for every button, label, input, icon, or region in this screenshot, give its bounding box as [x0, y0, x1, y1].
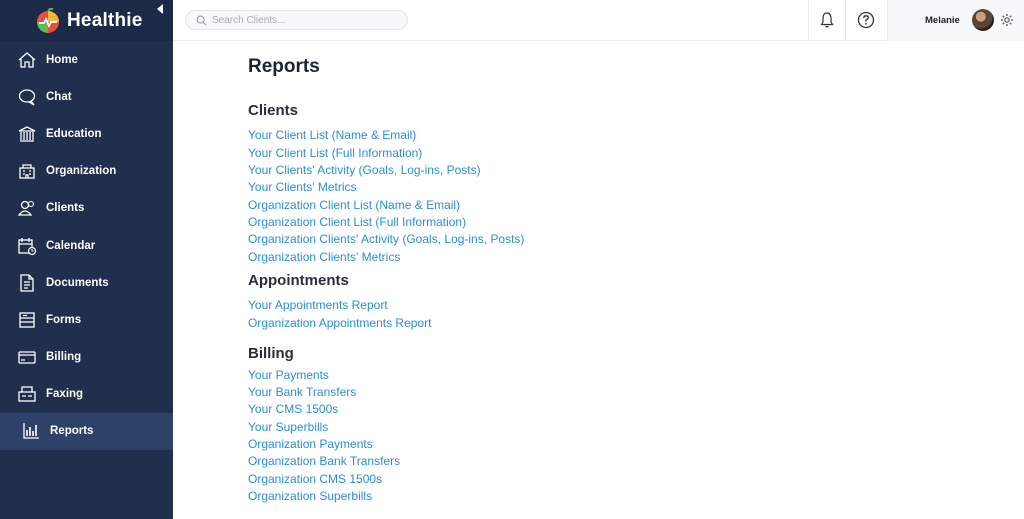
report-link[interactable]: Organization CMS 1500s — [248, 472, 382, 486]
sidebar-item-chat[interactable]: Chat — [0, 78, 173, 115]
section-title-clients: Clients — [248, 102, 299, 119]
page-title: Reports — [248, 56, 320, 77]
billing-icon — [17, 347, 37, 367]
sidebar-item-label: Home — [46, 53, 78, 66]
report-link[interactable]: Organization Client List (Name & Email) — [248, 198, 460, 212]
chat-icon — [17, 87, 37, 107]
education-icon — [17, 124, 37, 144]
section-title-appointments: Appointments — [248, 272, 349, 289]
sidebar-item-documents[interactable]: Documents — [0, 264, 173, 301]
sidebar-item-label: Clients — [46, 202, 85, 215]
bell-icon[interactable] — [818, 11, 836, 29]
divider — [845, 0, 846, 41]
report-link[interactable]: Organization Client List (Full Informati… — [248, 215, 466, 229]
clients-icon — [17, 198, 37, 218]
sidebar-item-label: Faxing — [46, 388, 84, 401]
faxing-icon — [17, 384, 37, 404]
sidebar-item-reports[interactable]: Reports — [0, 412, 173, 451]
report-link[interactable]: Organization Clients' Activity (Goals, L… — [248, 232, 524, 246]
sidebar-item-label: Billing — [46, 351, 82, 364]
report-link[interactable]: Organization Bank Transfers — [248, 454, 400, 468]
section-title-billing: Billing — [248, 345, 294, 362]
search-box[interactable] — [185, 10, 408, 30]
sidebar-item-label: Chat — [46, 90, 72, 103]
report-link[interactable]: Your Appointments Report — [248, 298, 388, 312]
sidebar-item-home[interactable]: Home — [0, 41, 173, 78]
sidebar-item-organization[interactable]: Organization — [0, 153, 173, 190]
sidebar-item-label: Organization — [46, 165, 117, 178]
sidebar-item-label: Education — [46, 127, 102, 140]
reports-icon — [21, 421, 41, 441]
user-name: Melanie — [925, 15, 960, 26]
home-icon — [17, 50, 37, 70]
sidebar-item-label: Forms — [46, 313, 82, 326]
documents-icon — [17, 273, 37, 293]
brand-header: Healthie — [0, 0, 173, 41]
gear-icon[interactable] — [1000, 13, 1014, 27]
report-link[interactable]: Organization Payments — [248, 437, 373, 451]
sidebar-item-clients[interactable]: Clients — [0, 190, 173, 227]
main-content: Reports Clients Your Client List (Name &… — [248, 56, 524, 503]
report-link[interactable]: Organization Appointments Report — [248, 316, 431, 330]
report-link[interactable]: Your Clients' Activity (Goals, Log-ins, … — [248, 163, 481, 177]
report-link[interactable]: Organization Clients' Metrics — [248, 250, 400, 264]
top-bar: Melanie — [173, 0, 1024, 41]
forms-icon — [17, 310, 37, 330]
sidebar-item-calendar[interactable]: Calendar — [0, 227, 173, 264]
report-link[interactable]: Your Payments — [248, 368, 329, 382]
divider — [808, 0, 809, 41]
healthie-logo-icon[interactable] — [35, 7, 61, 34]
report-link[interactable]: Your Bank Transfers — [248, 385, 356, 399]
sidebar-item-faxing[interactable]: Faxing — [0, 376, 173, 413]
sidebar-item-label: Reports — [50, 425, 94, 438]
sidebar-item-forms[interactable]: Forms — [0, 301, 173, 338]
report-link[interactable]: Your Clients' Metrics — [248, 180, 357, 194]
brand-name: Healthie — [67, 9, 143, 31]
collapse-sidebar-icon[interactable] — [157, 4, 163, 14]
report-link[interactable]: Your Client List (Name & Email) — [248, 128, 416, 142]
search-icon — [196, 15, 207, 25]
help-icon[interactable] — [857, 11, 875, 29]
report-link[interactable]: Your CMS 1500s — [248, 402, 338, 416]
report-link[interactable]: Your Superbills — [248, 420, 328, 434]
organization-icon — [17, 161, 37, 181]
sidebar-item-billing[interactable]: Billing — [0, 339, 173, 376]
sidebar-item-label: Calendar — [46, 239, 96, 252]
report-link[interactable]: Organization Superbills — [248, 489, 372, 503]
sidebar-item-education[interactable]: Education — [0, 115, 173, 152]
report-link[interactable]: Your Client List (Full Information) — [248, 146, 422, 160]
avatar[interactable] — [972, 9, 994, 31]
calendar-icon — [17, 236, 37, 256]
sidebar: Healthie Home Chat Education Organizatio… — [0, 0, 173, 519]
user-menu[interactable]: Melanie — [888, 0, 1024, 41]
search-input[interactable] — [212, 14, 402, 26]
sidebar-nav: Home Chat Education Organization Clients — [0, 41, 173, 451]
sidebar-item-label: Documents — [46, 276, 109, 289]
